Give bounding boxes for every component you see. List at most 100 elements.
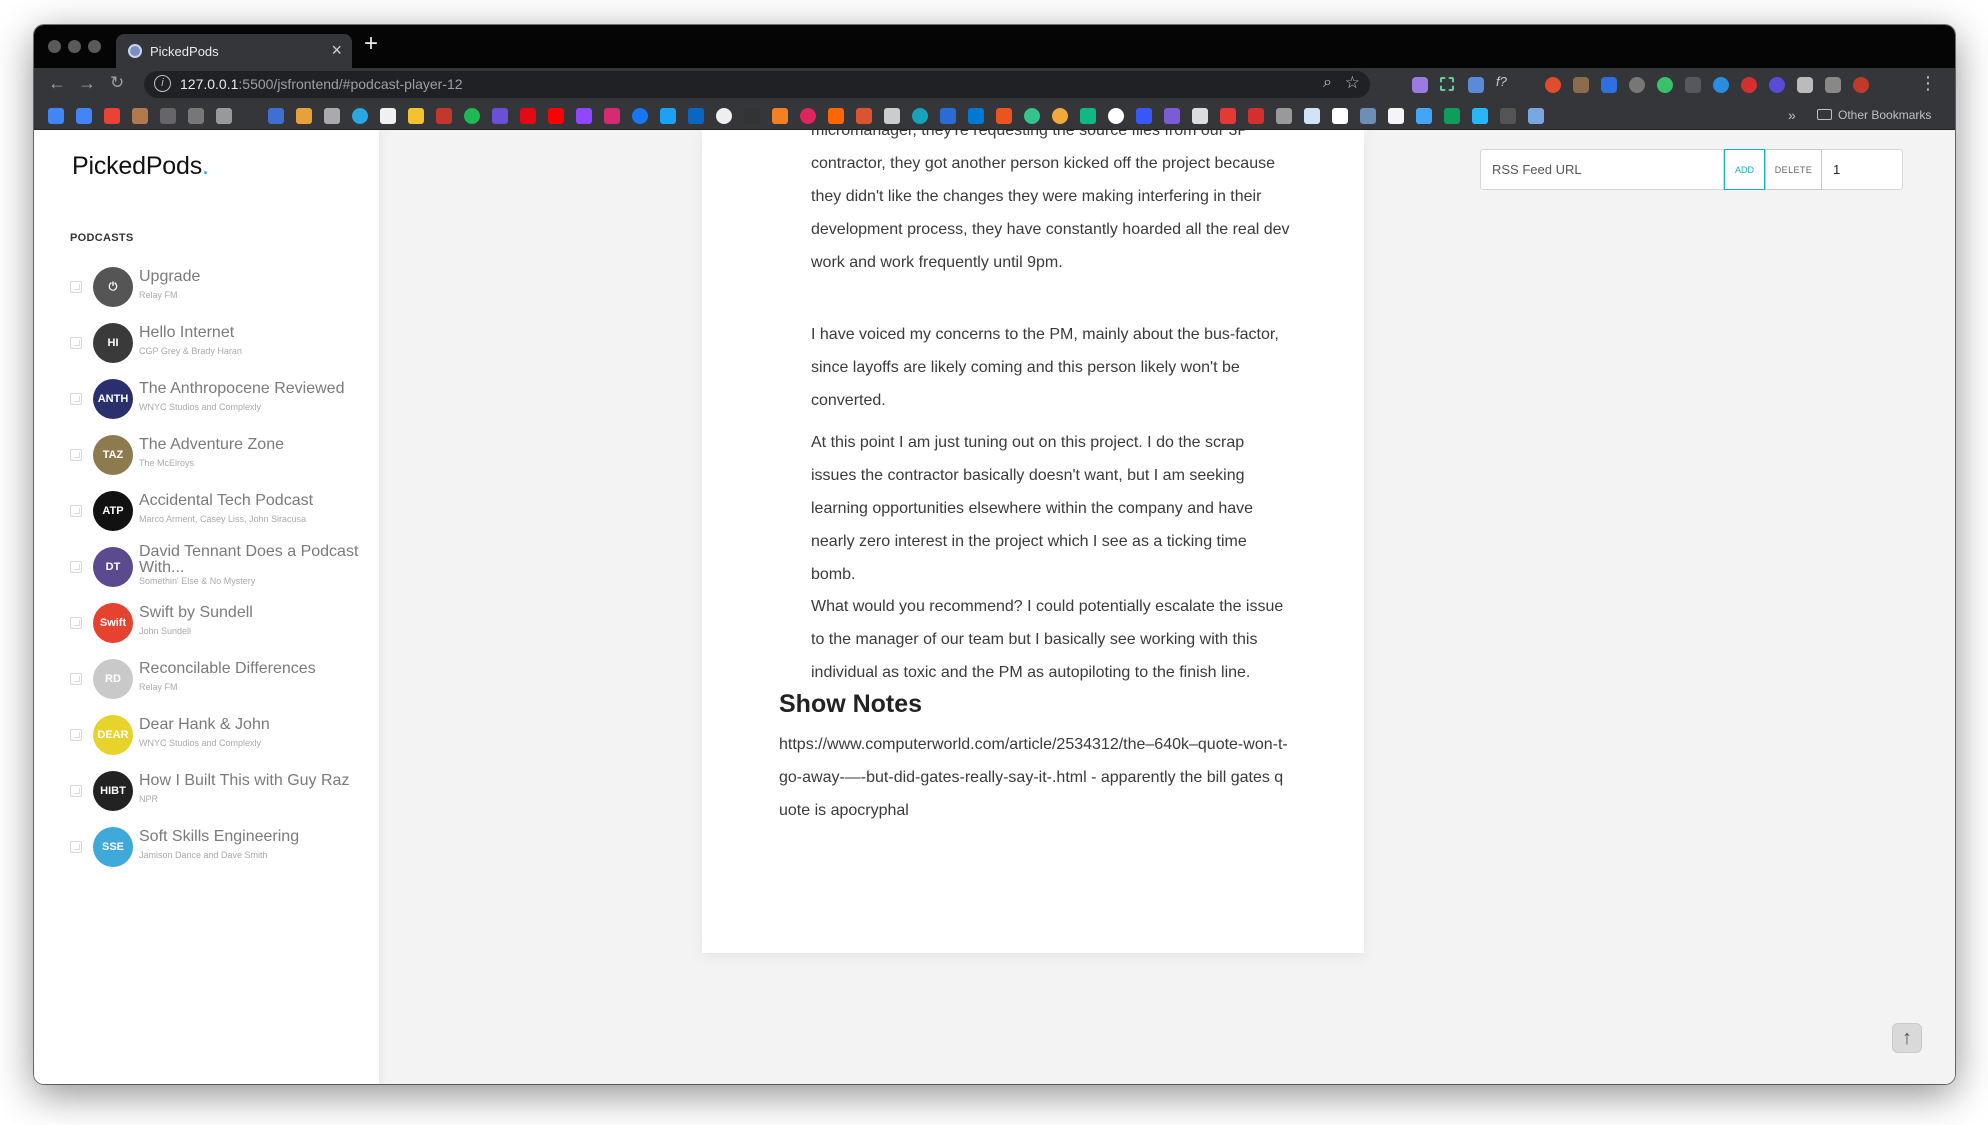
new-tab-button[interactable]: + xyxy=(364,32,378,56)
reload-icon[interactable]: ↻ xyxy=(110,73,124,93)
podcast-item[interactable]: TAZ The Adventure Zone The McElroys xyxy=(34,433,379,485)
bookmark-icon[interactable] xyxy=(1192,108,1208,124)
bookmark-icon[interactable] xyxy=(940,108,956,124)
browser-menu-icon[interactable]: ⋮ xyxy=(1919,73,1937,94)
window-minimize-dot[interactable] xyxy=(68,40,81,53)
bookmark-icon[interactable] xyxy=(688,108,704,124)
extension-icon[interactable] xyxy=(1545,77,1561,93)
extension-icon[interactable] xyxy=(1573,77,1589,93)
other-bookmarks-folder[interactable]: Other Bookmarks xyxy=(1817,108,1931,122)
forward-icon[interactable]: → xyxy=(78,73,96,94)
number-input[interactable] xyxy=(1822,149,1903,190)
bookmark-icon[interactable] xyxy=(996,108,1012,124)
window-zoom-dot[interactable] xyxy=(88,40,101,53)
podcast-checkbox[interactable] xyxy=(70,729,82,741)
bookmark-icon[interactable] xyxy=(828,108,844,124)
site-info-icon[interactable]: i xyxy=(154,75,171,92)
show-notes-text[interactable]: https://www.computerworld.com/article/25… xyxy=(779,728,1289,827)
bookmark-icon[interactable] xyxy=(324,108,340,124)
add-button[interactable]: ADD xyxy=(1724,149,1765,190)
extensions-puzzle-icon[interactable] xyxy=(1797,77,1813,93)
extension-icon[interactable] xyxy=(1601,77,1617,93)
bookmark-icon[interactable] xyxy=(48,108,64,124)
bookmark-icon[interactable] xyxy=(1444,108,1460,124)
podcast-item[interactable]: RD Reconcilable Differences Relay FM xyxy=(34,657,379,709)
bookmark-icon[interactable] xyxy=(744,108,760,124)
extension-icon[interactable] xyxy=(1629,77,1645,93)
podcast-item[interactable]: ATP Accidental Tech Podcast Marco Arment, … xyxy=(34,489,379,541)
podcast-item[interactable]: ANTH The Anthropocene Reviewed WNYC Studio… xyxy=(34,377,379,429)
podcast-item[interactable]: SSE Soft Skills Engineering Jamison Dance … xyxy=(34,825,379,877)
tab-close-icon[interactable]: × xyxy=(331,40,342,61)
extension-icon[interactable] xyxy=(1440,77,1454,91)
bookmark-icon[interactable] xyxy=(1052,108,1068,124)
bookmark-icon[interactable] xyxy=(1164,108,1180,124)
bookmark-icon[interactable] xyxy=(160,108,176,124)
reading-list-icon[interactable] xyxy=(1825,77,1841,93)
bookmark-icon[interactable] xyxy=(1388,108,1404,124)
bookmark-icon[interactable] xyxy=(464,108,480,124)
bookmark-icon[interactable] xyxy=(968,108,984,124)
bookmark-icon[interactable] xyxy=(912,108,928,124)
address-url[interactable]: 127.0.0.1:5500/jsfrontend/#podcast-playe… xyxy=(180,76,463,92)
bookmark-icon[interactable] xyxy=(1500,108,1516,124)
podcast-checkbox[interactable] xyxy=(70,337,82,349)
podcast-item[interactable]: Swift Swift by Sundell John Sundell xyxy=(34,601,379,653)
bookmark-icon[interactable] xyxy=(1416,108,1432,124)
bookmark-icon[interactable] xyxy=(1276,108,1292,124)
bookmark-icon[interactable] xyxy=(436,108,452,124)
podcast-item[interactable]: DT David Tennant Does a Podcast With... So… xyxy=(34,544,379,597)
zoom-icon[interactable]: ⌕ xyxy=(1323,74,1332,92)
bookmark-icon[interactable] xyxy=(408,108,424,124)
podcast-checkbox[interactable] xyxy=(70,841,82,853)
bookmark-icon[interactable] xyxy=(104,108,120,124)
bookmark-icon[interactable] xyxy=(772,108,788,124)
extension-icon[interactable] xyxy=(1657,77,1673,93)
podcast-checkbox[interactable] xyxy=(70,785,82,797)
bookmark-icon[interactable] xyxy=(632,108,648,124)
window-close-dot[interactable] xyxy=(48,40,61,53)
bookmark-icon[interactable] xyxy=(1024,108,1040,124)
podcast-checkbox[interactable] xyxy=(70,673,82,685)
bookmark-icon[interactable] xyxy=(188,108,204,124)
rss-feed-url-input[interactable] xyxy=(1480,149,1724,190)
bookmark-icon[interactable] xyxy=(1136,108,1152,124)
bookmark-icon[interactable] xyxy=(1108,108,1124,124)
bookmark-icon[interactable] xyxy=(548,108,564,124)
delete-button[interactable]: DELETE xyxy=(1765,149,1822,190)
scroll-to-top-button[interactable]: ↑ xyxy=(1892,1023,1922,1053)
bookmark-icon[interactable] xyxy=(800,108,816,124)
address-bar[interactable]: i 127.0.0.1:5500/jsfrontend/#podcast-pla… xyxy=(144,71,1370,98)
bookmark-icon[interactable] xyxy=(604,108,620,124)
extension-icon[interactable] xyxy=(1713,77,1729,93)
podcast-checkbox[interactable] xyxy=(70,449,82,461)
bookmark-icon[interactable] xyxy=(1360,108,1376,124)
app-logo[interactable]: PickedPods. xyxy=(72,152,209,181)
podcast-checkbox[interactable] xyxy=(70,617,82,629)
podcast-item[interactable]: HIBT How I Built This with Guy Raz NPR xyxy=(34,769,379,821)
bookmarks-overflow-button[interactable]: » xyxy=(1788,107,1796,123)
bookmark-icon[interactable] xyxy=(1304,108,1320,124)
back-icon[interactable]: ← xyxy=(48,73,66,94)
podcast-checkbox[interactable] xyxy=(70,281,82,293)
bookmark-icon[interactable] xyxy=(268,108,284,124)
bookmark-icon[interactable] xyxy=(1528,108,1544,124)
extension-icon[interactable]: f? xyxy=(1496,74,1512,90)
podcast-item[interactable]: ⏻ Upgrade Relay FM xyxy=(34,265,379,317)
bookmark-icon[interactable] xyxy=(660,108,676,124)
browser-tab[interactable]: PickedPods × xyxy=(116,34,352,68)
extension-icon[interactable] xyxy=(1769,77,1785,93)
bookmark-star-icon[interactable]: ☆ xyxy=(1345,73,1360,93)
bookmark-icon[interactable] xyxy=(856,108,872,124)
extension-icon[interactable] xyxy=(1412,77,1428,93)
bookmark-icon[interactable] xyxy=(1472,108,1488,124)
podcast-checkbox[interactable] xyxy=(70,561,82,573)
podcast-item[interactable]: HI Hello Internet CGP Grey & Brady Haran xyxy=(34,321,379,373)
bookmark-icon[interactable] xyxy=(492,108,508,124)
bookmark-icon[interactable] xyxy=(380,108,396,124)
bookmark-icon[interactable] xyxy=(352,108,368,124)
podcast-checkbox[interactable] xyxy=(70,505,82,517)
bookmark-icon[interactable] xyxy=(1080,108,1096,124)
podcast-item[interactable]: DEAR Dear Hank & John WNYC Studios and Com… xyxy=(34,713,379,765)
extension-icon[interactable] xyxy=(1468,77,1484,93)
